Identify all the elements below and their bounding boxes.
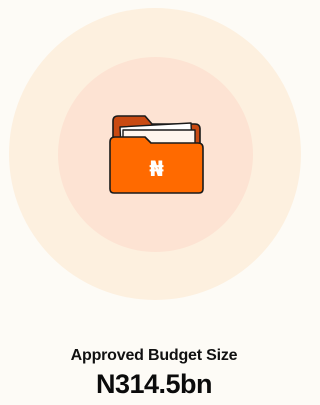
stat-value: N314.5bn — [95, 369, 213, 399]
stat-label: Approved Budget Size — [70, 347, 238, 364]
budget-stat-card: ₦ Approved Budget Size N314.5bn — [0, 0, 308, 405]
naira-symbol: ₦ — [149, 157, 164, 181]
naira-folder-icon: ₦ — [109, 115, 204, 194]
